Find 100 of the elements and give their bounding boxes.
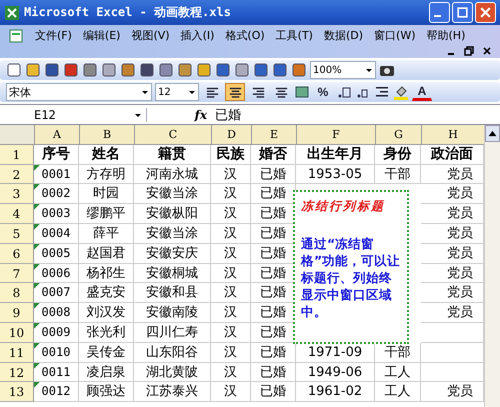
menu-item[interactable]: 帮助(H) <box>426 28 466 43</box>
table-cell: 0011 <box>34 362 79 382</box>
table-cell: 汉 <box>211 342 251 363</box>
table-cell: 工人 <box>375 362 421 382</box>
row-header[interactable]: 1 <box>0 144 34 165</box>
row-header[interactable]: 12 <box>0 362 34 382</box>
row-header[interactable]: 7 <box>0 264 34 284</box>
table-cell: 0003 <box>34 204 79 224</box>
row-header[interactable]: 4 <box>0 204 34 224</box>
table-cell: 汉 <box>211 303 251 323</box>
table-cell: 时园 <box>79 184 134 204</box>
maximize-icon <box>456 6 469 19</box>
percent-button[interactable]: % <box>313 83 333 101</box>
callout-title: 冻结行列标题 <box>301 198 386 215</box>
workbook-icon[interactable] <box>8 28 24 44</box>
menu-item[interactable]: 插入(I) <box>180 28 214 43</box>
row-header[interactable]: 5 <box>0 224 34 244</box>
column-header[interactable]: C <box>135 125 212 145</box>
table-cell: 盛克安 <box>79 283 134 304</box>
zoom-field[interactable]: 100% <box>310 61 376 79</box>
column-header[interactable]: A <box>35 125 80 145</box>
minimize-icon <box>434 14 441 17</box>
row-header[interactable]: 6 <box>0 244 34 264</box>
row-header[interactable]: 2 <box>0 164 34 184</box>
table-cell: 杨祁生 <box>79 264 134 284</box>
table-cell: 0010 <box>34 342 79 363</box>
row-header[interactable]: 13 <box>0 382 34 402</box>
menu-item[interactable]: 编辑(E) <box>82 28 120 43</box>
row-header[interactable]: 10 <box>0 322 34 343</box>
table-cell: 0009 <box>34 322 79 343</box>
table-cell: 汉 <box>211 362 251 382</box>
table-cell: 已婚 <box>251 164 296 184</box>
window-title: Microsoft Excel - 动画教程.xls <box>24 4 232 21</box>
row-header[interactable]: 9 <box>0 303 34 323</box>
caret-icon[interactable] <box>188 88 196 96</box>
table-cell: 汉 <box>211 244 251 264</box>
table-cell: 安徽当涂 <box>134 224 211 244</box>
close-button[interactable] <box>475 2 496 23</box>
table-cell: 刘汉发 <box>79 303 134 323</box>
table-cell: 0002 <box>34 184 79 204</box>
caret-icon[interactable] <box>141 88 149 96</box>
table-cell: 薛平 <box>79 224 134 244</box>
table-cell: 身份 <box>375 144 421 165</box>
table-cell: 已婚 <box>251 382 296 402</box>
menu-item[interactable]: 格式(O) <box>225 28 265 43</box>
menu-item[interactable]: 工具(T) <box>276 28 313 43</box>
table-cell: 安徽和县 <box>134 283 211 304</box>
table-cell: 汉 <box>211 283 251 304</box>
minimize-button[interactable] <box>429 2 450 23</box>
table-cell: 0005 <box>34 244 79 264</box>
table-cell: 安徽枞阳 <box>134 204 211 224</box>
menu-item[interactable]: 数据(D) <box>324 28 364 43</box>
menu-item[interactable]: 窗口(W) <box>374 28 416 43</box>
table-cell: 民族 <box>211 144 251 165</box>
table-cell: 方存明 <box>79 164 134 184</box>
maximize-button[interactable] <box>452 2 473 23</box>
row-header[interactable]: 8 <box>0 283 34 304</box>
align-center-button[interactable] <box>225 83 245 101</box>
table-cell: 汉 <box>211 184 251 204</box>
table-cell: 汉 <box>211 264 251 284</box>
restore-icon[interactable] <box>464 46 474 56</box>
column-header[interactable]: D <box>212 125 252 145</box>
formula-field[interactable]: 已婚 <box>215 106 241 124</box>
table-cell: 山东阳谷 <box>134 342 211 363</box>
table-cell: 凌启泉 <box>79 362 134 382</box>
table-cell: 安徽安庆 <box>134 244 211 264</box>
table-cell: 汉 <box>211 322 251 343</box>
table-cell: 0004 <box>34 224 79 244</box>
font-field[interactable]: 宋体 <box>6 83 152 101</box>
column-header[interactable]: H <box>422 125 485 145</box>
table-cell: 姓名 <box>79 144 134 165</box>
table-cell: 汉 <box>211 224 251 244</box>
function-button[interactable]: fx <box>147 108 215 122</box>
menu-item[interactable]: 文件(F) <box>35 28 72 43</box>
table-cell: 1953-05 <box>296 164 375 184</box>
menu-item[interactable]: 视图(V) <box>131 28 170 43</box>
table-cell: 赵国君 <box>79 244 134 264</box>
row-header[interactable]: 3 <box>0 184 34 204</box>
caret-icon[interactable] <box>365 66 373 74</box>
excel-icon <box>4 4 20 20</box>
table-cell: 0001 <box>34 164 79 184</box>
column-header[interactable]: B <box>80 125 135 145</box>
close-icon <box>479 6 492 19</box>
font-color-button[interactable]: A <box>412 83 432 101</box>
table-cell: 工人 <box>375 382 421 402</box>
close-icon[interactable] <box>482 46 492 56</box>
table-cell: 干部 <box>375 164 421 184</box>
column-header[interactable]: E <box>252 125 297 145</box>
font-size-field[interactable]: 12 <box>155 83 199 101</box>
table-cell: 0008 <box>34 303 79 323</box>
column-header[interactable]: F <box>297 125 376 145</box>
scroll-up-icon[interactable] <box>485 125 500 142</box>
table-cell: 安徽当涂 <box>134 184 211 204</box>
fill-color-icon[interactable] <box>393 84 409 100</box>
row-header[interactable]: 11 <box>0 342 34 363</box>
column-header[interactable]: G <box>376 125 422 145</box>
vertical-scrollbar[interactable] <box>484 125 500 407</box>
table-cell: 顾强达 <box>79 382 134 402</box>
table-cell: 张光利 <box>79 322 134 343</box>
name-box[interactable]: E12 <box>0 108 147 122</box>
